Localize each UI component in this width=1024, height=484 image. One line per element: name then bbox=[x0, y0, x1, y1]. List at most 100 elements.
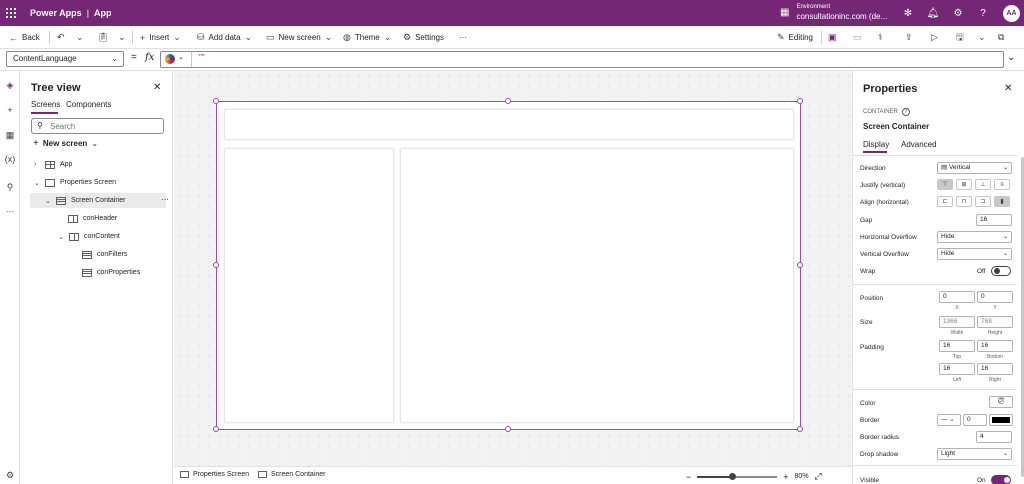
screen-container[interactable] bbox=[216, 101, 801, 430]
fit-to-window-icon[interactable]: ⤢ bbox=[815, 471, 822, 482]
copilot-icon[interactable] bbox=[165, 54, 175, 64]
layers-icon[interactable]: ◈ bbox=[4, 79, 16, 91]
direction-dropdown[interactable]: ▤ Vertical ⌄ bbox=[937, 162, 1012, 174]
height-input[interactable]: 768 bbox=[977, 316, 1013, 328]
variables-icon[interactable]: (x) bbox=[4, 153, 16, 165]
chevron-down-icon[interactable]: ⌄ bbox=[34, 179, 40, 187]
tree-node-conheader[interactable]: conHeader bbox=[68, 211, 117, 226]
search-input[interactable] bbox=[50, 121, 160, 131]
insert-button[interactable]: + Insert ⌄ bbox=[140, 31, 181, 44]
resize-handle-r[interactable] bbox=[797, 262, 803, 268]
more-commands-button[interactable]: ··· bbox=[459, 31, 467, 44]
tree-search[interactable]: ⚲ bbox=[31, 118, 164, 134]
justify-top-icon[interactable]: ⊤ bbox=[937, 179, 953, 190]
tab-display[interactable]: Display bbox=[863, 140, 889, 149]
con-filters[interactable] bbox=[224, 148, 394, 423]
position-x-input[interactable]: 0 bbox=[939, 291, 975, 303]
help-icon[interactable]: ? bbox=[901, 108, 910, 116]
new-screen-button[interactable]: + New screen ⌄ bbox=[33, 138, 98, 149]
app-checker-button[interactable]: ⚕ bbox=[878, 31, 883, 44]
resize-handle-t[interactable] bbox=[505, 98, 511, 104]
tab-advanced[interactable]: Advanced bbox=[901, 140, 937, 149]
wrap-toggle[interactable] bbox=[991, 266, 1011, 276]
tree-node-properties-screen[interactable]: ⌄ Properties Screen bbox=[34, 175, 116, 190]
resize-handle-tl[interactable] bbox=[213, 98, 219, 104]
formula-input[interactable]: ⌄ "" bbox=[160, 51, 1004, 68]
padding-top-input[interactable]: 16 bbox=[939, 340, 975, 352]
chevron-down-icon[interactable]: ⌄ bbox=[45, 197, 51, 205]
chevron-down-icon[interactable]: ⌄ bbox=[178, 53, 184, 61]
zoom-out-icon[interactable]: − bbox=[686, 472, 691, 482]
resize-handle-l[interactable] bbox=[213, 262, 219, 268]
border-style-dropdown[interactable]: — ⌄ bbox=[937, 414, 961, 426]
resize-handle-tr[interactable] bbox=[797, 98, 803, 104]
tab-components[interactable]: Components bbox=[66, 100, 111, 109]
comments-button[interactable]: ▭ bbox=[853, 31, 862, 44]
resize-handle-bl[interactable] bbox=[213, 426, 219, 432]
more-options-icon[interactable]: ··· bbox=[161, 195, 169, 204]
help-icon[interactable]: ? bbox=[977, 7, 989, 19]
preview-button[interactable]: ▷ bbox=[931, 31, 938, 44]
tree-view-toggle-button[interactable]: ▣ bbox=[828, 31, 837, 44]
tab-screens[interactable]: Screens bbox=[31, 100, 60, 109]
padding-bottom-input[interactable]: 16 bbox=[977, 340, 1013, 352]
width-input[interactable]: 1366 bbox=[939, 316, 975, 328]
expand-formula-icon[interactable]: ⌄ bbox=[1007, 52, 1015, 63]
add-data-button[interactable]: ⛁ Add data ⌄ bbox=[197, 31, 252, 44]
resize-handle-b[interactable] bbox=[505, 426, 511, 432]
justify-bottom-icon[interactable]: ⊥ bbox=[975, 179, 991, 190]
chevron-right-icon[interactable]: › bbox=[34, 161, 40, 168]
search-icon[interactable]: ⚲ bbox=[4, 181, 16, 193]
tree-node-concontent[interactable]: ⌄ conContent bbox=[58, 229, 120, 244]
fill-color-picker[interactable]: 🪣︎ bbox=[989, 396, 1013, 408]
property-dropdown[interactable]: ContentLanguage ⌄ bbox=[6, 51, 124, 67]
editing-mode-button[interactable]: ✎ Editing bbox=[777, 31, 813, 44]
position-y-input[interactable]: 0 bbox=[977, 291, 1013, 303]
insert-plus-icon[interactable]: + bbox=[4, 104, 16, 116]
close-icon[interactable]: ✕ bbox=[153, 82, 161, 93]
tree-node-conproperties[interactable]: conProperties bbox=[82, 265, 140, 280]
settings-button[interactable]: ⚙ Settings bbox=[403, 31, 444, 44]
save-button[interactable]: 🖫︎ bbox=[956, 31, 964, 44]
environment-picker[interactable]: ▦ Environment consultationinc.com (de... bbox=[780, 3, 887, 21]
data-table-icon[interactable]: ▦ bbox=[4, 129, 16, 141]
con-header[interactable] bbox=[224, 109, 794, 140]
con-properties[interactable] bbox=[400, 148, 794, 423]
padding-right-input[interactable]: 16 bbox=[977, 363, 1013, 375]
theme-button[interactable]: ◍ Theme ⌄ bbox=[343, 31, 391, 44]
breadcrumb-container[interactable]: Screen Container bbox=[258, 471, 325, 478]
breadcrumb-screen[interactable]: Properties Screen bbox=[180, 471, 249, 478]
justify-space-icon[interactable]: ≡ bbox=[994, 179, 1010, 190]
align-right-icon[interactable]: ⊐ bbox=[975, 196, 991, 207]
settings-gear-icon[interactable]: ⚙ bbox=[4, 469, 16, 481]
resize-handle-br[interactable] bbox=[797, 426, 803, 432]
drop-shadow-dropdown[interactable]: Light ⌄ bbox=[937, 448, 1012, 460]
tree-node-screen-container[interactable]: ⌄ Screen Container ··· bbox=[30, 193, 169, 208]
paste-button[interactable]: 📋︎ bbox=[97, 31, 108, 44]
align-center-icon[interactable]: ⊓ bbox=[956, 196, 972, 207]
publish-button[interactable]: ⧉ bbox=[998, 31, 1004, 44]
gap-input[interactable]: 16 bbox=[976, 214, 1012, 226]
undo-button[interactable]: ↶ bbox=[57, 31, 65, 44]
close-icon[interactable]: ✕ bbox=[1004, 83, 1012, 94]
tree-node-confilters[interactable]: conFilters bbox=[82, 247, 127, 262]
settings-gear-icon[interactable]: ⚙ bbox=[952, 7, 964, 19]
horizontal-overflow-dropdown[interactable]: Hide ⌄ bbox=[937, 231, 1012, 243]
chevron-down-icon[interactable]: ⌄ bbox=[58, 233, 64, 241]
notifications-icon[interactable]: 🔔︎ bbox=[927, 7, 940, 19]
app-launcher-icon[interactable] bbox=[6, 8, 16, 18]
border-width-input[interactable]: 0 bbox=[963, 414, 987, 426]
back-button[interactable]: ← Back bbox=[9, 31, 40, 44]
user-avatar[interactable]: AA bbox=[1003, 5, 1020, 22]
visible-toggle[interactable] bbox=[991, 475, 1011, 484]
align-left-icon[interactable]: ⊏ bbox=[937, 196, 953, 207]
vertical-overflow-dropdown[interactable]: Hide ⌄ bbox=[937, 248, 1012, 260]
paste-menu-button[interactable]: ⌄ bbox=[118, 31, 126, 44]
copilot-icon[interactable]: ✻ bbox=[902, 7, 914, 19]
tree-node-app[interactable]: › App bbox=[34, 157, 72, 172]
undo-menu-button[interactable]: ⌄ bbox=[76, 31, 84, 44]
design-canvas[interactable] bbox=[174, 71, 852, 466]
zoom-slider[interactable] bbox=[697, 472, 778, 480]
zoom-in-icon[interactable]: + bbox=[783, 472, 788, 482]
justify-center-icon[interactable]: ⊞ bbox=[956, 179, 972, 190]
